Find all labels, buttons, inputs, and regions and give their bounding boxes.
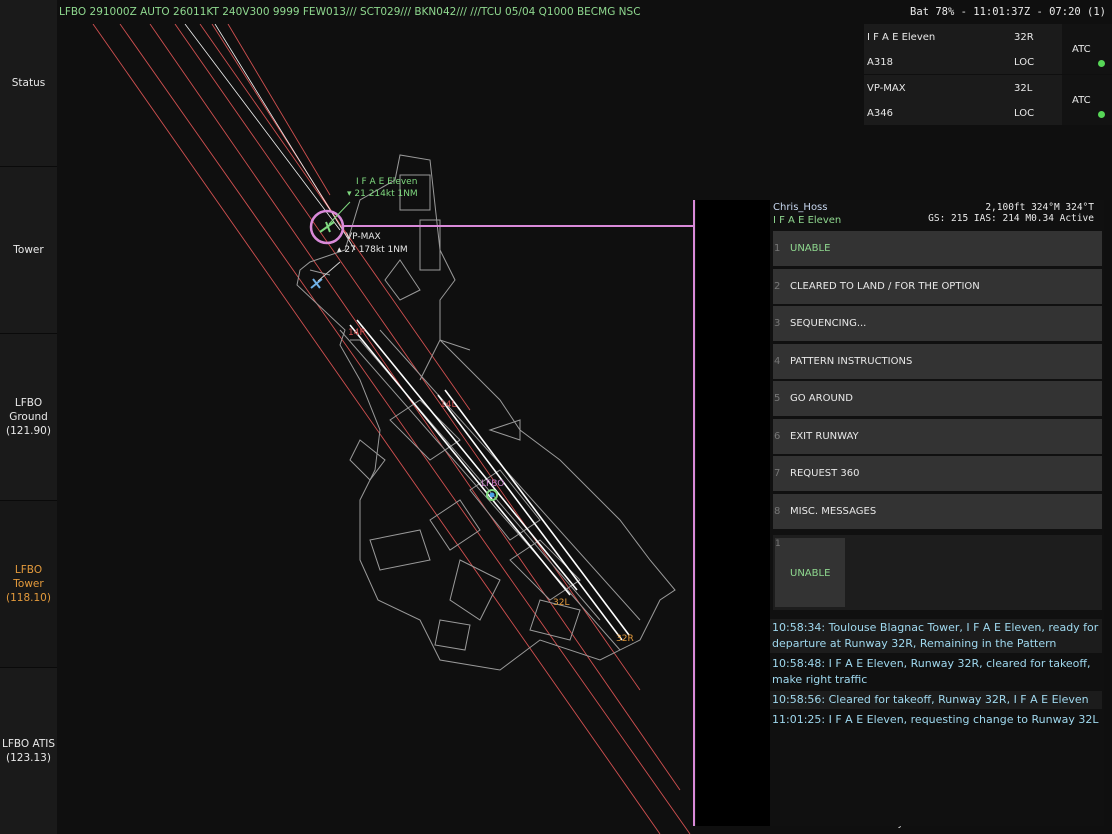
pilot-name: Chris_Hoss <box>773 202 828 213</box>
sidebar-item-status[interactable]: Status <box>0 0 57 166</box>
strip-atc-label: ATC <box>1072 95 1091 106</box>
menu-item-label: REQUEST 360 <box>790 468 860 479</box>
sidebar-item-tower[interactable]: Tower <box>0 167 57 333</box>
menu-item-label: CLEARED TO LAND / FOR THE OPTION <box>790 280 980 292</box>
vpmax-data-label[interactable]: ▴ 27 178kt 1NM <box>337 245 408 255</box>
final-approach-lines <box>184 24 356 251</box>
altitude-heading: 2,100ft 324°M 324°T <box>985 202 1094 213</box>
strip-atc-label: ATC <box>1072 44 1091 55</box>
runway-label-14r: 14R <box>348 328 366 338</box>
speed-status: GS: 215 IAS: 214 M0.34 Active <box>928 213 1094 224</box>
runway-label-32r: 32R <box>616 634 634 644</box>
menu-item-label: PATTERN INSTRUCTIONS <box>790 355 913 367</box>
menu-item-unable[interactable]: 1 UNABLE <box>773 231 1102 266</box>
submenu-unable-button[interactable]: 1 UNABLE <box>775 538 845 607</box>
strip-status: LOC <box>1014 57 1035 68</box>
menu-item-number: 6 <box>774 430 781 442</box>
strip-atc-box[interactable]: ATC <box>1062 24 1112 74</box>
menu-item-number: 3 <box>774 318 781 329</box>
vpmax-callsign-label[interactable]: VP-MAX <box>346 232 381 242</box>
menu-item-request-360[interactable]: 7 REQUEST 360 <box>773 456 1102 491</box>
strip-aircraft-type: A318 <box>867 57 893 68</box>
sidebar-item-lfbo-ground[interactable]: LFBO Ground (121.90) <box>0 334 57 500</box>
menu-item-misc-messages[interactable]: 8 MISC. MESSAGES <box>773 493 1102 529</box>
menu-item-exit-runway[interactable]: 6 EXIT RUNWAY <box>773 418 1102 454</box>
runway-label-32l: 32L <box>553 598 569 608</box>
strip-callsign: I F A E Eleven <box>867 32 936 43</box>
strip-runway: 32L <box>1014 83 1033 94</box>
panel-gutter <box>696 200 770 826</box>
log-entry: 10:58:56: Cleared for takeoff, Runway 32… <box>770 691 1102 709</box>
aircraft-icon-ifae[interactable] <box>319 221 335 233</box>
approach-lines <box>92 24 691 834</box>
menu-item-cleared-to-land[interactable]: 2 CLEARED TO LAND / FOR THE OPTION <box>773 268 1102 304</box>
selection-connector-vertical <box>693 200 695 826</box>
menu-item-label: EXIT RUNWAY <box>790 430 859 442</box>
menu-item-number: 5 <box>774 393 781 404</box>
menu-item-number: 1 <box>774 243 781 254</box>
command-panel: Chris_Hoss I F A E Eleven 2,100ft 324°M … <box>770 200 1104 826</box>
command-menu: 1 UNABLE 2 CLEARED TO LAND / FOR THE OPTIO… <box>773 231 1102 531</box>
top-bar: LFBO 291000Z AUTO 26011KT 240V300 9999 F… <box>57 0 1112 24</box>
ifae-callsign-label[interactable]: I F A E Eleven <box>356 177 417 187</box>
menu-item-number: 4 <box>774 355 781 367</box>
flight-strip[interactable]: I F A E Eleven A318 32R LOC ATC <box>864 24 1112 74</box>
status-dot-icon <box>1098 60 1105 67</box>
menu-item-number: 7 <box>774 468 781 479</box>
strip-callsign: VP-MAX <box>867 83 906 94</box>
menu-item-label: UNABLE <box>790 243 831 254</box>
runway-label-14l: 14L <box>440 400 456 410</box>
panel-callsign: I F A E Eleven <box>773 215 842 226</box>
submenu-number: 1 <box>775 539 781 549</box>
menu-item-sequencing[interactable]: 3 SEQUENCING... <box>773 306 1102 341</box>
strip-runway: 32R <box>1014 32 1034 43</box>
menu-item-label: MISC. MESSAGES <box>790 505 877 517</box>
airport-reference-dot <box>489 492 495 498</box>
ifae-data-label[interactable]: ▾ 21 214kt 1NM <box>347 189 418 199</box>
strip-atc-box[interactable]: ATC <box>1062 75 1112 125</box>
strip-aircraft-type: A346 <box>867 108 893 119</box>
flight-strip[interactable]: VP-MAX A346 32L LOC ATC <box>864 75 1112 125</box>
menu-item-pattern-instructions[interactable]: 4 PATTERN INSTRUCTIONS <box>773 343 1102 379</box>
selection-connector-horizontal <box>343 225 694 227</box>
aircraft-icon-vpmax[interactable] <box>310 278 323 289</box>
message-log[interactable]: 10:58:34: Toulouse Blagnac Tower, I F A … <box>770 619 1102 731</box>
menu-item-label: SEQUENCING... <box>790 318 867 329</box>
sidebar-item-lfbo-tower[interactable]: LFBO Tower (118.10) <box>0 501 57 667</box>
menu-item-number: 8 <box>774 505 781 517</box>
menu-item-label: GO AROUND <box>790 393 853 404</box>
log-entry: 10:58:34: Toulouse Blagnac Tower, I F A … <box>770 619 1102 653</box>
airport-label: LFBO <box>481 479 504 489</box>
battery-clock-status: Bat 78% - 11:01:37Z - 07:20 (1) <box>910 6 1106 18</box>
sidebar-item-lfbo-atis[interactable]: LFBO ATIS (123.13) <box>0 668 57 834</box>
menu-item-go-around[interactable]: 5 GO AROUND <box>773 381 1102 416</box>
log-entry: 10:58:48: I F A E Eleven, Runway 32R, cl… <box>770 655 1102 689</box>
status-dot-icon <box>1098 111 1105 118</box>
submenu-label: UNABLE <box>790 568 831 579</box>
menu-item-number: 2 <box>774 280 781 292</box>
flight-strip-list: I F A E Eleven A318 32R LOC ATC VP-MAX A… <box>864 24 1112 126</box>
sidebar: Status Tower LFBO Ground (121.90) LFBO T… <box>0 0 57 834</box>
metar-text: LFBO 291000Z AUTO 26011KT 240V300 9999 F… <box>59 6 641 18</box>
log-entry: 11:01:25: I F A E Eleven, requesting cha… <box>770 711 1102 729</box>
submenu-area: 1 UNABLE <box>773 535 1102 610</box>
strip-status: LOC <box>1014 108 1035 119</box>
